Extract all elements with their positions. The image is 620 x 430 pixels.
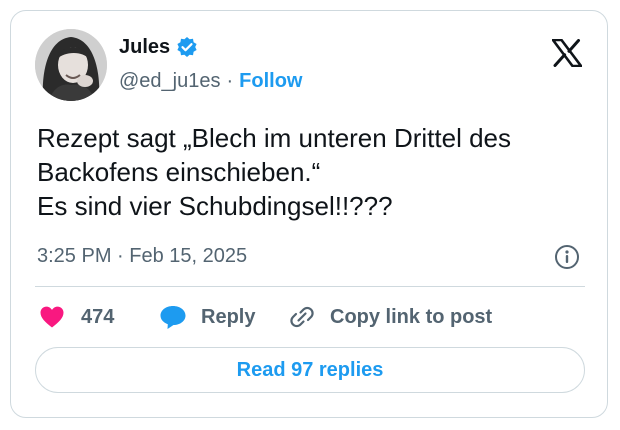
tweet-timestamp[interactable]: 3:25 PM · Feb 15, 2025 (37, 244, 247, 268)
x-logo-icon[interactable] (552, 39, 582, 67)
avatar[interactable] (35, 29, 107, 101)
author-handle-row: @ed_ju1es · Follow (119, 69, 302, 93)
avatar-photo-icon (35, 29, 107, 101)
read-replies-button[interactable]: Read 97 replies (35, 347, 585, 393)
author-display-name[interactable]: Jules (119, 35, 170, 59)
copy-link-button[interactable]: Copy link to post (288, 301, 492, 333)
separator-dot: · (226, 70, 234, 92)
author-handle[interactable]: @ed_ju1es (119, 69, 220, 93)
speech-bubble-icon (159, 304, 187, 330)
verified-badge-icon (176, 36, 198, 58)
info-icon[interactable] (554, 244, 580, 270)
link-icon (288, 303, 316, 331)
like-button[interactable]: 474 (39, 301, 114, 333)
reply-label: Reply (201, 305, 256, 328)
like-count: 474 (81, 305, 115, 328)
reply-button[interactable]: Reply (159, 301, 255, 333)
author-name-row: Jules (119, 35, 198, 59)
follow-button[interactable]: Follow (239, 69, 302, 93)
divider (35, 286, 585, 287)
copy-link-label: Copy link to post (330, 305, 493, 328)
heart-icon (39, 305, 65, 329)
tweet-text: Rezept sagt „Blech im unteren Drittel de… (37, 123, 511, 221)
tweet-card: Jules @ed_ju1es · Follow Rezept sagt „Bl… (10, 10, 608, 418)
action-bar: 474 Reply Copy link to post (11, 301, 609, 333)
